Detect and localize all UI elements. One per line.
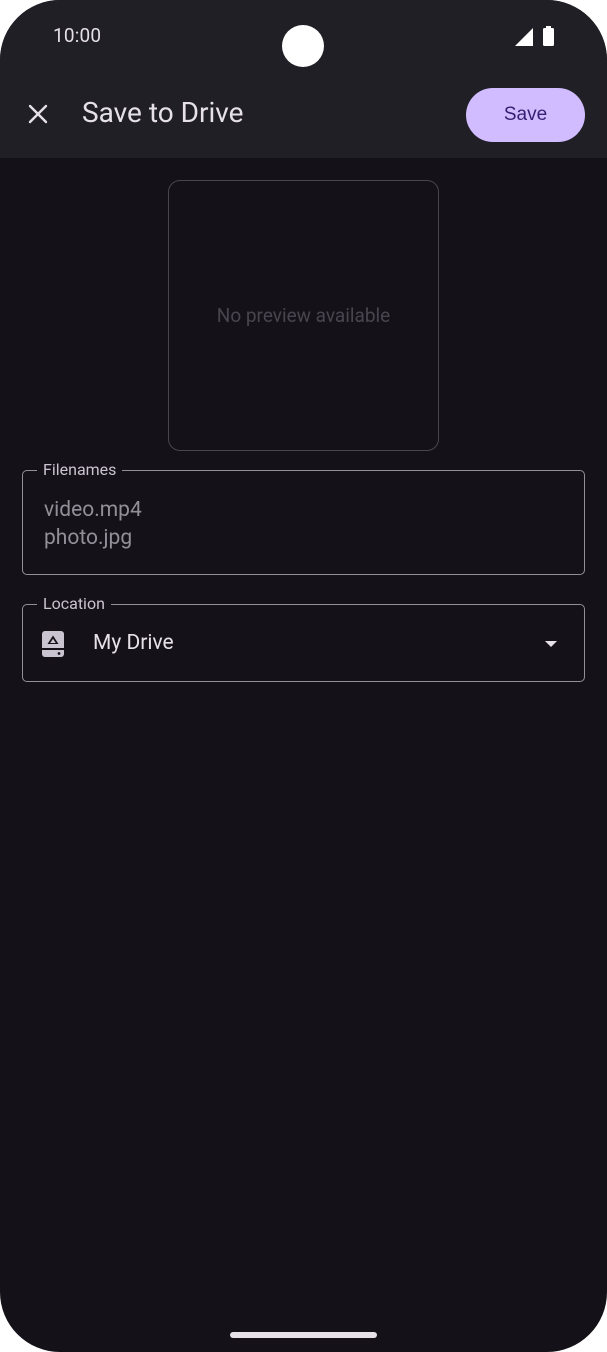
battery-icon xyxy=(543,26,554,46)
status-time: 10:00 xyxy=(53,24,102,47)
location-dropdown[interactable]: Location My Drive xyxy=(22,594,585,682)
page-title: Save to Drive xyxy=(82,96,244,129)
dropdown-arrow-icon xyxy=(545,641,557,647)
filenames-value[interactable]: video.mp4 photo.jpg xyxy=(44,496,142,552)
close-icon xyxy=(28,104,48,124)
home-indicator[interactable] xyxy=(230,1332,377,1338)
preview-box: No preview available xyxy=(168,180,439,451)
location-value: My Drive xyxy=(93,631,174,655)
save-button[interactable]: Save xyxy=(466,88,585,142)
filenames-label: Filenames xyxy=(37,460,123,479)
location-label: Location xyxy=(37,594,111,613)
signal-icon xyxy=(515,28,533,46)
close-button[interactable] xyxy=(16,92,60,136)
phone-screen: 10:00 Save to Drive Save No preview avai… xyxy=(0,0,607,1352)
filenames-field[interactable]: Filenames video.mp4 photo.jpg xyxy=(22,460,585,575)
camera-cutout xyxy=(282,25,324,67)
top-app-bar: 10:00 Save to Drive Save xyxy=(0,0,607,158)
preview-placeholder-text: No preview available xyxy=(216,304,391,327)
drive-icon xyxy=(42,631,64,657)
